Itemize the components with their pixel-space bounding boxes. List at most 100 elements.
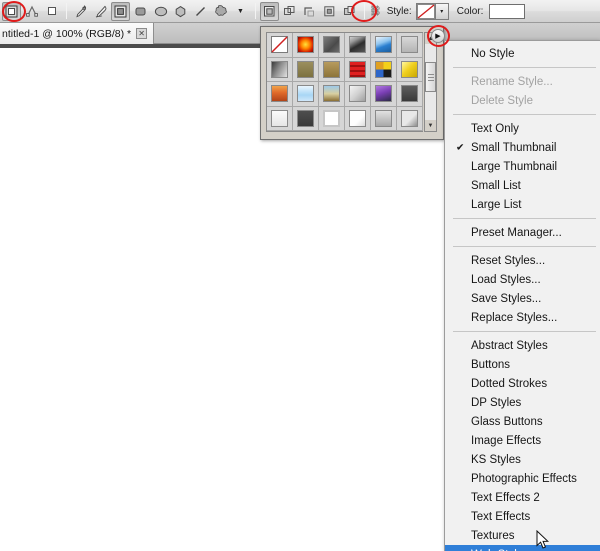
style-swatch-cell[interactable] (345, 57, 371, 82)
style-swatch-cell[interactable] (293, 57, 319, 82)
menu-item[interactable]: Save Styles... (445, 289, 600, 308)
landscape-style[interactable] (323, 85, 340, 103)
style-swatch-cell[interactable] (267, 33, 293, 58)
exclude-overlapping-areas-icon[interactable] (340, 2, 359, 21)
yellow-satin-style[interactable] (401, 60, 418, 78)
ellipse-tool-icon[interactable] (151, 2, 170, 21)
gray-gradient-style[interactable] (271, 60, 288, 78)
red-stripes-style[interactable] (349, 60, 366, 78)
paths-mode-icon[interactable] (22, 2, 41, 21)
style-swatch-cell[interactable] (293, 106, 319, 131)
orange-glow-style[interactable] (297, 36, 314, 54)
menu-item[interactable]: Text Effects 2 (445, 488, 600, 507)
styles-picker-menu-button[interactable]: ▶ (431, 29, 445, 43)
pen-tool-icon[interactable] (71, 2, 90, 21)
white-bevel-style[interactable] (271, 109, 288, 127)
close-icon[interactable]: ✕ (136, 28, 148, 39)
sky-blue-style[interactable] (297, 85, 314, 103)
white-outline-style[interactable] (323, 109, 340, 127)
menu-item[interactable]: Replace Styles... (445, 308, 600, 327)
folded-corner-style[interactable] (401, 109, 418, 127)
menu-item[interactable]: Text Effects (445, 507, 600, 526)
styles-picker-scrollbar[interactable]: ▲ ▼ (424, 32, 437, 132)
line-tool-icon[interactable] (191, 2, 210, 21)
menu-item[interactable]: No Style (445, 44, 600, 63)
menu-item[interactable]: Textures (445, 526, 600, 545)
style-swatch-cell[interactable] (319, 82, 345, 107)
color-swatch[interactable] (489, 3, 526, 19)
menu-item[interactable]: Preset Manager... (445, 223, 600, 242)
menu-item[interactable]: Glass Buttons (445, 412, 600, 431)
fill-pixels-mode-icon[interactable] (42, 2, 61, 21)
menu-item[interactable]: Large Thumbnail (445, 157, 600, 176)
dark-slate-style[interactable] (401, 85, 418, 103)
menu-item[interactable]: Text Only (445, 119, 600, 138)
light-gray-style[interactable] (401, 36, 418, 54)
new-shape-layer-icon[interactable] (260, 1, 279, 21)
shape-options-dropdown-icon[interactable]: ▼ (231, 2, 250, 21)
confetti-style[interactable] (375, 60, 392, 78)
menu-item[interactable]: Photographic Effects (445, 469, 600, 488)
shape-layer-mode-icon[interactable] (2, 1, 21, 21)
style-swatch-cell[interactable] (345, 33, 371, 58)
scrollbar-track[interactable] (425, 44, 436, 120)
intersect-shape-areas-icon[interactable] (320, 2, 339, 21)
style-swatch-cell[interactable] (397, 57, 423, 82)
menu-item[interactable]: Small List (445, 176, 600, 195)
style-swatch-cell[interactable] (319, 33, 345, 58)
style-picker-control[interactable]: ▾ (415, 2, 449, 20)
menu-item[interactable]: Large List (445, 195, 600, 214)
style-swatch-cell[interactable] (267, 57, 293, 82)
style-swatch-cell[interactable] (267, 106, 293, 131)
style-swatch-cell[interactable] (293, 82, 319, 107)
rectangle-tool-icon[interactable] (111, 1, 130, 21)
document-tab[interactable]: ntitled-1 @ 100% (RGB/8) * ✕ (0, 23, 155, 44)
purple-chrome-style[interactable] (375, 85, 392, 103)
custom-shape-tool-icon[interactable] (211, 2, 230, 21)
menu-item[interactable]: Abstract Styles (445, 336, 600, 355)
scrollbar-thumb[interactable] (425, 62, 436, 92)
no-style[interactable] (271, 36, 288, 54)
menu-item[interactable]: DP Styles (445, 393, 600, 412)
scroll-down-icon[interactable]: ▼ (425, 120, 436, 131)
menu-item[interactable]: KS Styles (445, 450, 600, 469)
style-swatch-cell[interactable] (345, 106, 371, 131)
style-swatch-cell[interactable] (371, 82, 397, 107)
style-swatch-cell[interactable] (397, 82, 423, 107)
style-dropdown-arrow-icon[interactable]: ▾ (435, 2, 449, 20)
snow-texture-style[interactable] (349, 85, 366, 103)
style-swatch-cell[interactable] (345, 82, 371, 107)
menu-item[interactable]: Web Styles (445, 545, 600, 551)
soft-shadow-style[interactable] (349, 109, 366, 127)
add-to-shape-area-icon[interactable] (280, 2, 299, 21)
style-current-swatch[interactable] (415, 2, 436, 20)
menu-item[interactable]: ✔ Small Thumbnail (445, 138, 600, 157)
tan-style[interactable] (323, 60, 340, 78)
blue-fold-style[interactable] (375, 36, 392, 54)
polygon-tool-icon[interactable] (171, 2, 190, 21)
style-swatch-cell[interactable] (371, 57, 397, 82)
freeform-pen-tool-icon[interactable] (91, 2, 110, 21)
style-swatch-cell[interactable] (397, 106, 423, 131)
menu-item[interactable]: Dotted Strokes (445, 374, 600, 393)
sunset-style[interactable] (271, 85, 288, 103)
menu-item[interactable]: Image Effects (445, 431, 600, 450)
style-swatch-cell[interactable] (371, 33, 397, 58)
menu-item[interactable]: Reset Styles... (445, 251, 600, 270)
dark-gray-style[interactable] (323, 36, 340, 54)
style-swatch-cell[interactable] (397, 33, 423, 58)
rounded-rectangle-tool-icon[interactable] (131, 2, 150, 21)
olive-style[interactable] (297, 60, 314, 78)
link-styles-icon[interactable]: ⛓ (369, 6, 382, 17)
menu-item[interactable]: Buttons (445, 355, 600, 374)
style-swatch-cell[interactable] (319, 57, 345, 82)
charcoal-texture-style[interactable] (349, 36, 366, 54)
black-solid-style[interactable] (297, 109, 314, 127)
style-swatch-cell[interactable] (293, 33, 319, 58)
menu-item[interactable]: Load Styles... (445, 270, 600, 289)
subtract-from-shape-area-icon[interactable] (300, 2, 319, 21)
style-swatch-cell[interactable] (267, 82, 293, 107)
gray-inner-bevel-style[interactable] (375, 109, 392, 127)
style-swatch-cell[interactable] (319, 106, 345, 131)
style-swatch-cell[interactable] (371, 106, 397, 131)
